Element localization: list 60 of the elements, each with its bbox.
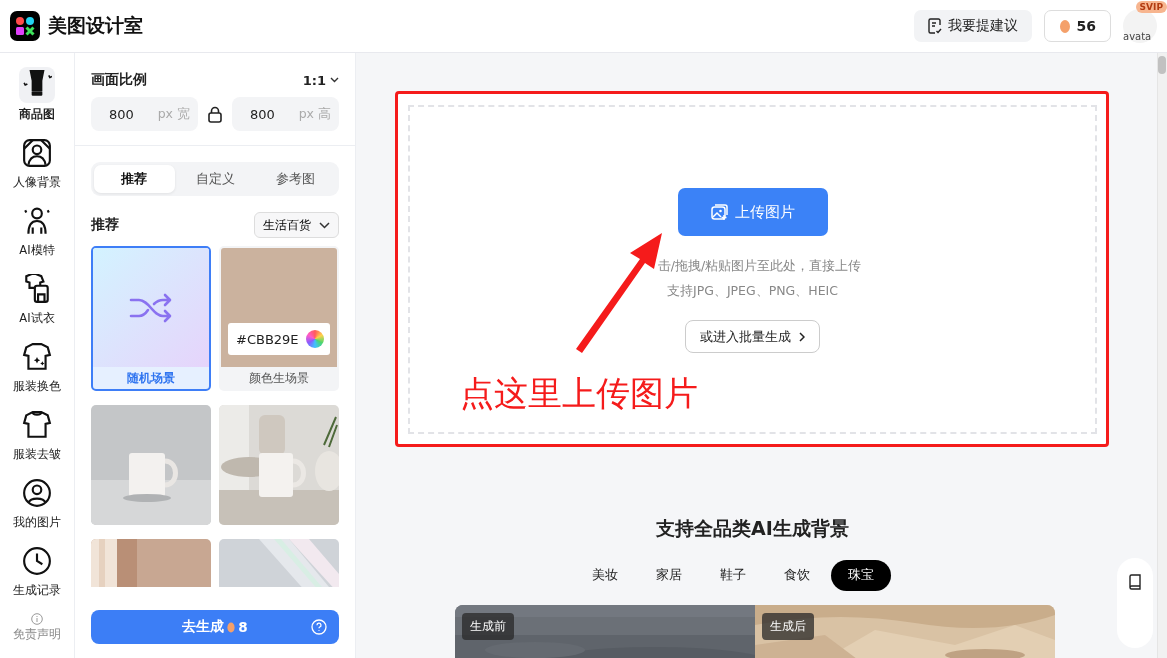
- model-icon: [22, 206, 52, 236]
- nav-item[interactable]: 商品图: [2, 67, 72, 135]
- batch-button[interactable]: 或进入批量生成: [685, 320, 820, 353]
- nav-item[interactable]: 服装换色: [2, 339, 72, 407]
- category-tab[interactable]: 珠宝: [830, 560, 891, 591]
- tab[interactable]: 推荐: [94, 165, 175, 193]
- section-title: 推荐: [91, 216, 119, 234]
- portrait-icon: [22, 138, 52, 168]
- history-icon: [22, 546, 52, 576]
- after-label: 生成后: [762, 613, 814, 640]
- tab[interactable]: 自定义: [174, 165, 256, 193]
- tryon-icon: [22, 274, 52, 304]
- tab[interactable]: 参考图: [255, 165, 336, 193]
- lock-icon[interactable]: [208, 105, 222, 123]
- before-label: 生成前: [462, 613, 514, 640]
- category-tab[interactable]: 家居: [638, 560, 699, 591]
- scrollbar[interactable]: [1157, 53, 1167, 658]
- chevron-down-icon: [330, 77, 339, 83]
- scene-card[interactable]: #CBB29E 颜色生场景: [219, 246, 339, 391]
- upload-button[interactable]: 上传图片: [677, 188, 828, 236]
- showcase-title: 支持全品类AI生成背景: [655, 516, 850, 541]
- book-icon[interactable]: [1128, 574, 1142, 590]
- width-field[interactable]: 800 px 宽: [91, 97, 198, 131]
- avatar[interactable]: avata: [1123, 9, 1157, 43]
- ratio-dropdown[interactable]: 1:1: [302, 72, 339, 88]
- app-logo: [10, 11, 40, 41]
- recolor-icon: [22, 342, 52, 372]
- category-tab[interactable]: 食饮: [766, 560, 827, 591]
- nav-item[interactable]: 我的图片: [2, 475, 72, 543]
- bean-icon: [227, 621, 236, 633]
- format-note: 支持JPG、JPEG、PNG、HEIC: [667, 283, 838, 300]
- feedback-icon: [927, 18, 942, 34]
- generate-button[interactable]: 去生成 8: [91, 610, 339, 644]
- chevron-down-icon: [319, 221, 330, 229]
- nav-item[interactable]: AI模特: [2, 203, 72, 271]
- nav-item[interactable]: 服装去皱: [2, 407, 72, 475]
- bean-icon: [1058, 18, 1071, 34]
- feedback-button[interactable]: 我要提建议: [913, 10, 1032, 42]
- category-tab[interactable]: 鞋子: [702, 560, 763, 591]
- category-tab[interactable]: 美妆: [574, 560, 635, 591]
- image-add-icon: [710, 203, 728, 221]
- shuffle-icon: [129, 291, 173, 324]
- upload-hint: 击/拖拽/粘贴图片至此处，直接上传: [656, 258, 862, 275]
- chevron-right-icon: [799, 331, 805, 342]
- credits-button[interactable]: 56: [1043, 10, 1111, 42]
- nav-item[interactable]: AI试衣: [2, 271, 72, 339]
- height-field[interactable]: 800 px 高: [232, 97, 339, 131]
- nav-item[interactable]: 生成记录: [2, 543, 72, 611]
- svip-badge: SVIP: [1135, 1, 1167, 13]
- category-dropdown[interactable]: 生活百货: [254, 212, 339, 238]
- help-icon[interactable]: [311, 619, 327, 635]
- section-title: 画面比例: [91, 71, 147, 89]
- app-name: 美图设计室: [48, 13, 143, 38]
- annotation-text: 点这里上传图片: [460, 372, 698, 415]
- nav-item[interactable]: 人像背景: [2, 135, 72, 203]
- color-code: #CBB29E: [228, 323, 330, 355]
- scene-card[interactable]: 随机场景: [91, 246, 211, 391]
- disclaimer-link[interactable]: 免责声明: [13, 627, 61, 642]
- color-wheel-icon[interactable]: [306, 330, 324, 348]
- info-icon: [31, 613, 43, 625]
